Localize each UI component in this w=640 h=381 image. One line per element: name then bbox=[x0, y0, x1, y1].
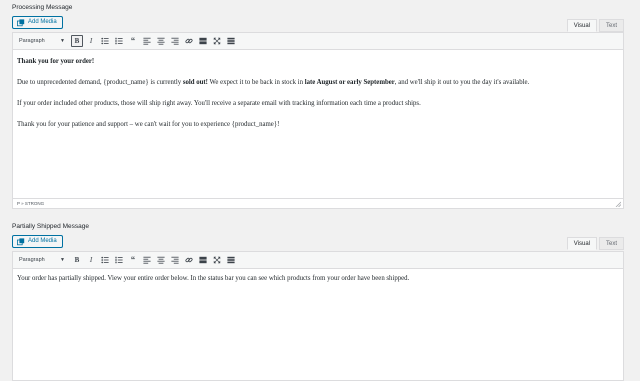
partially-shipped-message-section: Partially Shipped Message Add Media Visu… bbox=[0, 215, 640, 381]
numbered-list-button[interactable] bbox=[113, 254, 125, 266]
format-select-value: Paragraph bbox=[19, 257, 45, 263]
link-icon bbox=[185, 257, 193, 263]
rich-text-editor[interactable]: Paragraph ▼ B I “ bbox=[12, 251, 624, 381]
media-icon bbox=[17, 18, 25, 26]
fullscreen-icon bbox=[213, 37, 221, 45]
insert-read-more-icon bbox=[199, 37, 207, 45]
bold-button[interactable]: B bbox=[71, 254, 83, 266]
format-select[interactable]: Paragraph ▼ bbox=[17, 36, 67, 47]
align-left-button[interactable] bbox=[141, 35, 153, 47]
blockquote-icon: “ bbox=[130, 36, 136, 46]
italic-button[interactable]: I bbox=[85, 254, 97, 266]
bulleted-list-button[interactable] bbox=[99, 35, 111, 47]
content-paragraph: Due to unprecedented demand, {product_na… bbox=[17, 79, 619, 87]
bold-icon: B bbox=[74, 256, 80, 264]
align-left-button[interactable] bbox=[141, 254, 153, 266]
bold-text: Thank you for your order! bbox=[17, 58, 95, 65]
media-icon bbox=[17, 237, 25, 245]
tab-text[interactable]: Text bbox=[598, 19, 624, 32]
add-media-label: Add Media bbox=[28, 238, 57, 244]
link-icon bbox=[185, 38, 193, 44]
format-select-value: Paragraph bbox=[19, 38, 45, 44]
chevron-down-icon: ▼ bbox=[60, 38, 65, 44]
link-button[interactable] bbox=[183, 35, 195, 47]
format-select[interactable]: Paragraph ▼ bbox=[17, 255, 67, 266]
italic-icon: I bbox=[89, 256, 93, 264]
bold-button[interactable]: B bbox=[71, 35, 83, 47]
toolbar-toggle-button[interactable] bbox=[225, 254, 237, 266]
section-label: Processing Message bbox=[12, 4, 73, 11]
editor-content[interactable]: Your order has partially shipped. View y… bbox=[13, 269, 623, 283]
align-center-icon bbox=[157, 37, 165, 45]
content-paragraph: Your order has partially shipped. View y… bbox=[17, 275, 410, 282]
section-label: Partially Shipped Message bbox=[12, 223, 89, 230]
add-media-button[interactable]: Add Media bbox=[12, 235, 63, 248]
align-center-button[interactable] bbox=[155, 254, 167, 266]
numbered-list-button[interactable] bbox=[113, 35, 125, 47]
numbered-list-icon bbox=[115, 256, 123, 264]
align-right-icon bbox=[171, 256, 179, 264]
bold-text: sold out! bbox=[182, 78, 208, 86]
italic-icon: I bbox=[89, 37, 93, 45]
bulleted-list-icon bbox=[101, 256, 109, 264]
fullscreen-icon bbox=[213, 256, 221, 264]
insert-read-more-button[interactable] bbox=[197, 254, 209, 266]
fullscreen-button[interactable] bbox=[211, 254, 223, 266]
editor-toolbar: Paragraph ▼ B I “ bbox=[13, 33, 623, 50]
align-right-button[interactable] bbox=[169, 35, 181, 47]
align-center-icon bbox=[157, 256, 165, 264]
bold-icon: B bbox=[74, 37, 80, 45]
resize-handle-icon[interactable] bbox=[615, 201, 621, 207]
align-left-icon bbox=[143, 256, 151, 264]
content-paragraph: Thank you for your order! bbox=[17, 58, 619, 66]
italic-button[interactable]: I bbox=[85, 35, 97, 47]
editor-toolbar: Paragraph ▼ B I “ bbox=[13, 252, 623, 269]
editor-status-bar: P » STRONG bbox=[13, 198, 623, 208]
bulleted-list-icon bbox=[101, 37, 109, 45]
align-right-icon bbox=[171, 37, 179, 45]
link-button[interactable] bbox=[183, 254, 195, 266]
insert-read-more-button[interactable] bbox=[197, 35, 209, 47]
editor-tabs: Visual Text bbox=[566, 237, 624, 250]
numbered-list-icon bbox=[115, 37, 123, 45]
tab-visual[interactable]: Visual bbox=[566, 237, 597, 250]
tab-text[interactable]: Text bbox=[598, 237, 624, 250]
align-right-button[interactable] bbox=[169, 254, 181, 266]
toolbar-toggle-icon bbox=[227, 256, 235, 264]
add-media-label: Add Media bbox=[28, 19, 57, 25]
bold-text: late August or early September bbox=[304, 78, 395, 86]
toolbar-toggle-button[interactable] bbox=[225, 35, 237, 47]
blockquote-button[interactable]: “ bbox=[127, 254, 139, 266]
toolbar-toggle-icon bbox=[227, 37, 235, 45]
tab-visual[interactable]: Visual bbox=[566, 19, 597, 32]
align-left-icon bbox=[143, 37, 151, 45]
element-path: P » STRONG bbox=[17, 201, 45, 206]
editor-tabs: Visual Text bbox=[566, 19, 624, 32]
content-paragraph: If your order included other products, t… bbox=[17, 99, 421, 107]
text-run: , and we'll ship it out to you the day i… bbox=[394, 78, 530, 86]
align-center-button[interactable] bbox=[155, 35, 167, 47]
insert-read-more-icon bbox=[199, 256, 207, 264]
text-run: Due to unprecedented demand, {product_na… bbox=[17, 78, 183, 86]
editor-content[interactable]: Thank you for your order! Due to unprece… bbox=[13, 50, 623, 129]
content-paragraph: Thank you for your patience and support … bbox=[17, 120, 280, 128]
processing-message-section: Processing Message Add Media Visual Text… bbox=[0, 0, 640, 215]
blockquote-icon: “ bbox=[130, 255, 136, 265]
add-media-button[interactable]: Add Media bbox=[12, 16, 63, 29]
text-run: We expect it to be back in stock in bbox=[207, 78, 305, 86]
blockquote-button[interactable]: “ bbox=[127, 35, 139, 47]
chevron-down-icon: ▼ bbox=[60, 257, 65, 263]
rich-text-editor[interactable]: Paragraph ▼ B I “ bbox=[12, 32, 624, 209]
fullscreen-button[interactable] bbox=[211, 35, 223, 47]
bulleted-list-button[interactable] bbox=[99, 254, 111, 266]
